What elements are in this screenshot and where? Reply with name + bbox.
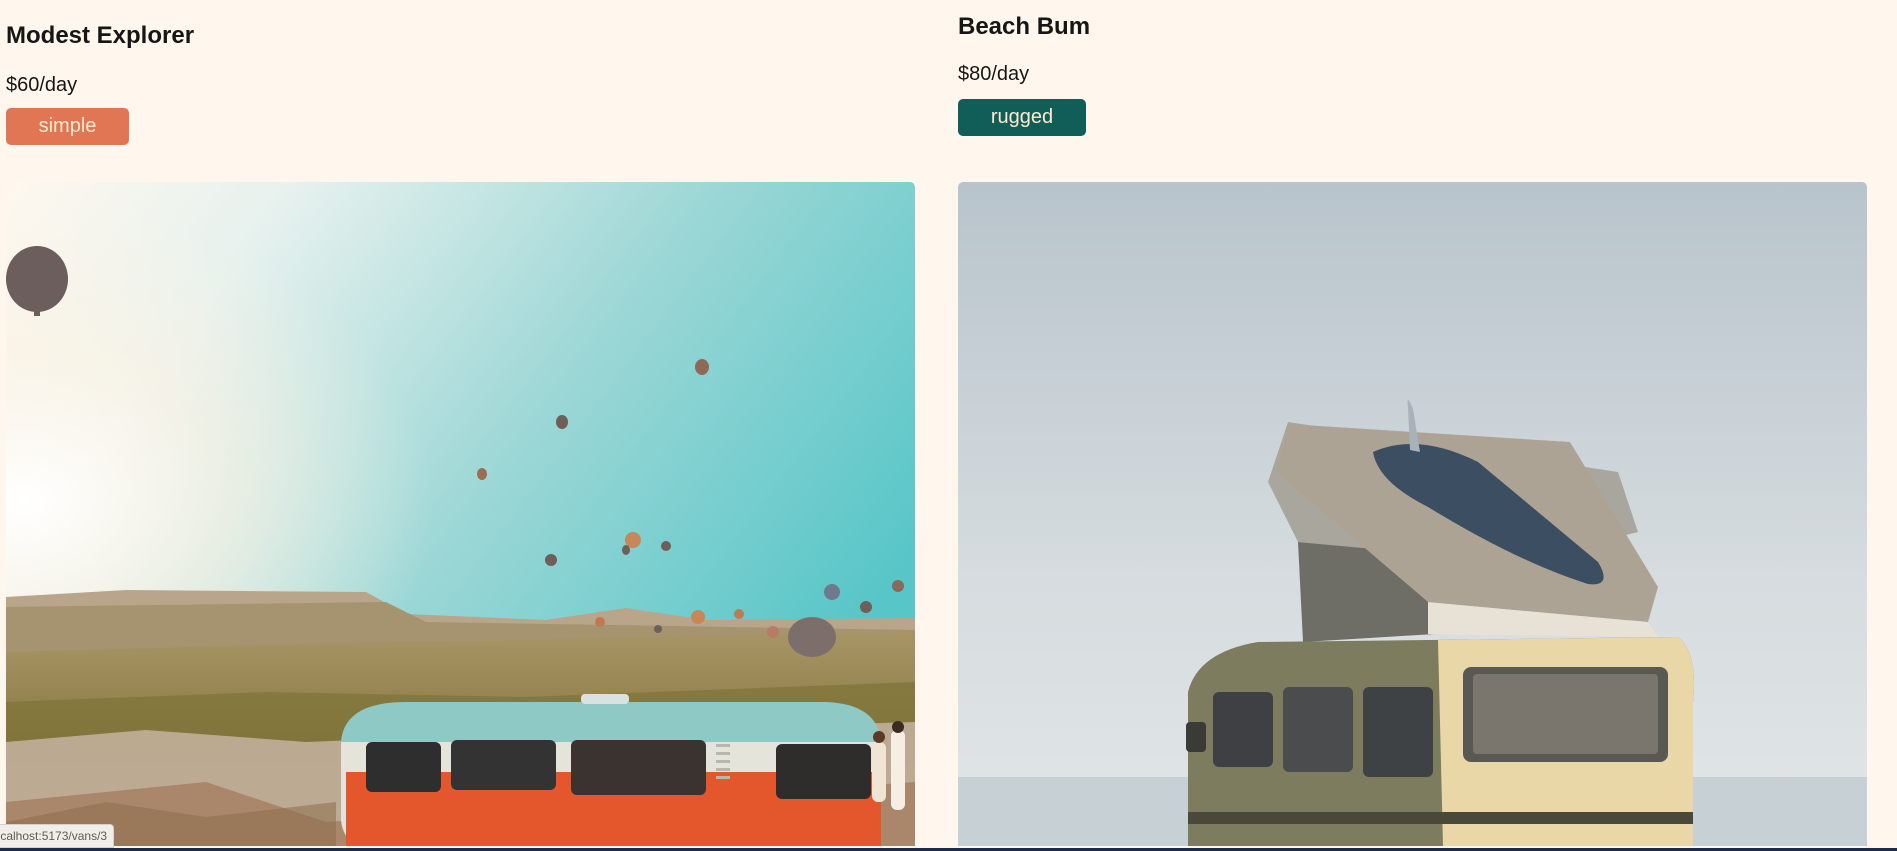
van-card-modest-explorer[interactable]: Modest Explorer $60/day simple: [6, 0, 915, 846]
van-photo-modest-explorer[interactable]: [6, 182, 915, 846]
van-price: $60/day: [6, 74, 78, 96]
van-name[interactable]: Beach Bum: [958, 13, 1090, 41]
van-type-badge-simple[interactable]: simple: [6, 108, 129, 145]
van-name[interactable]: Modest Explorer: [6, 22, 194, 50]
hot-air-balloon-van-photo: [6, 182, 915, 846]
link-preview-status: localhost:5173/vans/3: [0, 824, 115, 848]
van-type-badge-rugged[interactable]: rugged: [958, 99, 1086, 136]
surfboard-van-photo: [958, 182, 1867, 846]
van-list-page: Modest Explorer $60/day simple Beach Bum…: [0, 0, 1897, 851]
van-price: $80/day: [958, 63, 1030, 85]
van-card-beach-bum[interactable]: Beach Bum $80/day rugged: [958, 0, 1867, 846]
van-photo-beach-bum[interactable]: [958, 182, 1867, 846]
